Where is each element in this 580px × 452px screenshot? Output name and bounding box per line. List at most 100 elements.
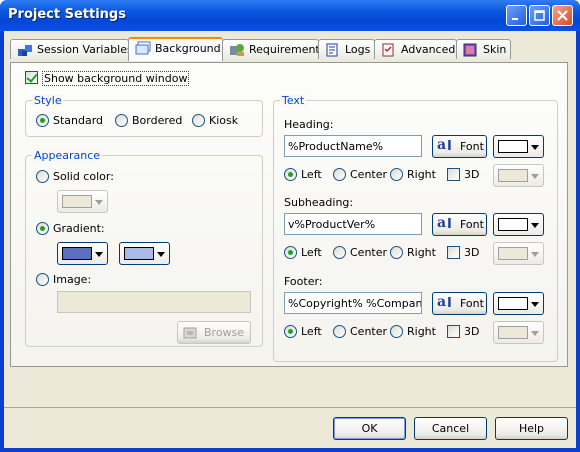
subheading-font-button[interactable]: a I Font (432, 213, 487, 236)
tab-advanced[interactable]: Advanced (374, 39, 457, 59)
style-group: Style Standard Bordered Kiosk (25, 94, 263, 137)
style-standard-radio[interactable] (36, 114, 49, 127)
font-icon-glyph: I (447, 139, 452, 154)
solid-color-radio[interactable] (36, 170, 49, 183)
subheading-3d-label: 3D (464, 246, 480, 259)
style-kiosk-radio[interactable] (192, 114, 205, 127)
font-icon: a (437, 137, 447, 153)
window-title: Project Settings (8, 7, 126, 22)
solid-color-swatch (62, 195, 92, 208)
maximize-icon (534, 10, 545, 21)
footer-3d-color-picker[interactable] (493, 321, 544, 344)
tab-skin[interactable]: Skin (456, 39, 511, 59)
show-background-checkbox[interactable] (25, 71, 38, 84)
footer-align-center-radio[interactable] (333, 325, 346, 338)
footer-color-swatch (498, 297, 528, 310)
minimize-icon (512, 18, 518, 20)
subheading-align-left-radio[interactable] (284, 246, 297, 259)
heading-text-input[interactable]: %ProductName% (284, 135, 422, 157)
font-icon-glyph: I (447, 217, 452, 232)
style-standard-label: Standard (53, 114, 104, 127)
close-icon (557, 10, 568, 21)
solid-color-picker[interactable] (57, 190, 108, 213)
tab-background[interactable]: Background (128, 37, 223, 61)
image-path-field[interactable] (57, 291, 251, 313)
subheading-align-right-radio[interactable] (390, 246, 403, 259)
footer-3d-color-swatch (498, 326, 528, 339)
solid-color-label: Solid color: (53, 170, 114, 183)
font-icon: a (437, 215, 447, 231)
subheading-text-input[interactable]: v%ProductVer% (284, 213, 422, 235)
tab-label: Logs (345, 43, 371, 56)
chevron-down-icon (95, 200, 103, 205)
heading-align-center-label: Center (350, 168, 388, 181)
tab-label: Requirements (249, 43, 326, 56)
style-group-title: Style (32, 94, 64, 107)
chevron-down-icon (531, 145, 539, 150)
text-group: Text Heading: %ProductName% a I Font Lef… (273, 94, 558, 362)
tab-logs[interactable]: Logs (318, 39, 375, 59)
footer-text-input[interactable]: %Copyright% %CompanyNa (284, 292, 422, 314)
gradient-color-2-picker[interactable] (119, 242, 170, 265)
browse-icon (183, 327, 197, 339)
chevron-down-icon (531, 331, 539, 336)
tab-session-variables[interactable]: Session Variables (10, 39, 133, 59)
heading-3d-checkbox[interactable] (447, 168, 460, 181)
heading-font-button[interactable]: a I Font (432, 135, 487, 158)
heading-label: Heading: (284, 118, 334, 131)
appearance-group: Appearance Solid color: Gradient: Image:… (25, 149, 263, 347)
heading-font-label: Font (460, 140, 484, 153)
footer-align-right-label: Right (407, 325, 436, 338)
tab-label: Background (155, 42, 221, 55)
footer-align-right-radio[interactable] (390, 325, 403, 338)
subheading-3d-color-picker[interactable] (493, 242, 544, 265)
footer-font-label: Font (460, 297, 484, 310)
subheading-align-center-radio[interactable] (333, 246, 346, 259)
heading-align-left-radio[interactable] (284, 168, 297, 181)
image-radio[interactable] (36, 273, 49, 286)
footer-color-picker[interactable] (493, 292, 544, 315)
background-tab-panel: Show background window Style Standard Bo… (10, 62, 568, 367)
chevron-down-icon (531, 302, 539, 307)
footer-3d-label: 3D (464, 325, 480, 338)
footer-separator (4, 407, 576, 408)
style-bordered-radio[interactable] (115, 114, 128, 127)
heading-3d-color-picker[interactable] (493, 164, 544, 187)
footer-font-button[interactable]: a I Font (432, 292, 487, 315)
subheading-align-center-label: Center (350, 246, 388, 259)
background-icon (135, 41, 151, 55)
requirements-icon (230, 44, 244, 56)
browse-button-label: Browse (204, 326, 245, 339)
subheading-3d-color-swatch (498, 247, 528, 260)
tab-label: Skin (483, 43, 507, 56)
close-button[interactable] (552, 5, 573, 26)
tab-requirements[interactable]: Requirements (222, 39, 325, 59)
title-bar[interactable]: Project Settings (0, 0, 580, 31)
heading-3d-label: 3D (464, 168, 480, 181)
chevron-down-icon (531, 174, 539, 179)
gradient-radio[interactable] (36, 222, 49, 235)
subheading-label: Subheading: (284, 196, 354, 209)
gradient-color-1-picker[interactable] (57, 242, 108, 265)
chevron-down-icon (95, 252, 103, 257)
heading-align-center-radio[interactable] (333, 168, 346, 181)
style-bordered-label: Bordered (132, 114, 183, 127)
gradient-color-1-swatch (62, 247, 92, 260)
cancel-button[interactable]: Cancel (414, 417, 487, 440)
footer-3d-checkbox[interactable] (447, 325, 460, 338)
chevron-down-icon (531, 252, 539, 257)
subheading-3d-checkbox[interactable] (447, 246, 460, 259)
tab-label: Advanced (401, 43, 456, 56)
heading-align-right-radio[interactable] (390, 168, 403, 181)
footer-align-left-label: Left (301, 325, 322, 338)
heading-color-picker[interactable] (493, 135, 544, 158)
footer-align-left-radio[interactable] (284, 325, 297, 338)
gradient-label: Gradient: (53, 222, 105, 235)
minimize-button[interactable] (506, 5, 527, 26)
help-button[interactable]: Help (495, 417, 568, 440)
ok-button[interactable]: OK (333, 417, 406, 440)
subheading-color-picker[interactable] (493, 213, 544, 236)
advanced-icon (382, 43, 394, 57)
maximize-button[interactable] (529, 5, 550, 26)
browse-button[interactable]: Browse (177, 321, 251, 344)
